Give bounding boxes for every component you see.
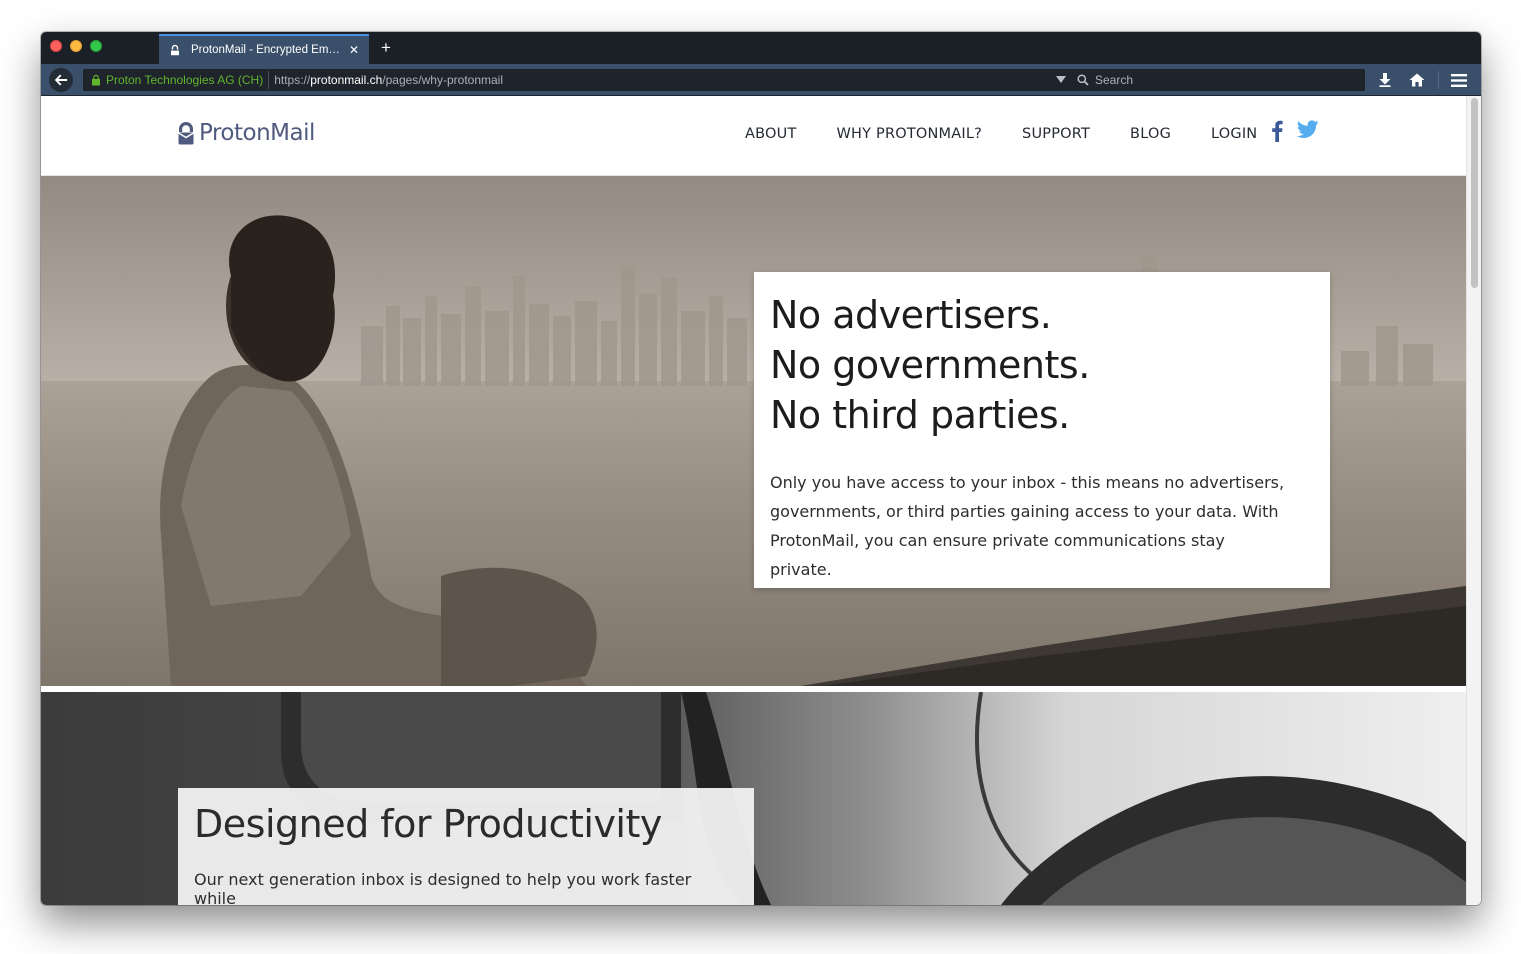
zoom-window-button[interactable]	[90, 40, 102, 52]
logo-text: ProtonMail	[199, 120, 315, 146]
home-button[interactable]	[1407, 70, 1427, 90]
nav-why-protonmail[interactable]: WHY PROTONMAIL?	[837, 126, 983, 142]
hero-line-1: No advertisers.	[770, 293, 1052, 337]
site-identity[interactable]: Proton Technologies AG (CH)	[106, 71, 270, 89]
browser-window: ProtonMail - Encrypted Em… ✕ + Proton Te…	[41, 32, 1481, 905]
hero-section: No advertisers. No governments. No third…	[41, 176, 1466, 686]
home-icon	[1409, 73, 1425, 87]
new-tab-button[interactable]: +	[381, 38, 391, 58]
productivity-card: Designed for Productivity Our next gener…	[178, 788, 754, 905]
nav-login[interactable]: LOGIN	[1211, 126, 1257, 142]
search-icon	[1077, 74, 1089, 86]
tab-title: ProtonMail - Encrypted Em…	[191, 44, 340, 56]
hero-heading: No advertisers. No governments. No third…	[770, 290, 1314, 440]
url-path: /pages/why-protonmail	[382, 73, 504, 87]
hero-line-3: No third parties.	[770, 393, 1070, 437]
site-header: ProtonMail ABOUT WHY PROTONMAIL? SUPPORT…	[41, 96, 1466, 176]
social-links	[1271, 120, 1319, 142]
hamburger-menu-icon	[1451, 73, 1467, 87]
twitter-icon[interactable]	[1297, 120, 1319, 139]
nav-about[interactable]: ABOUT	[745, 126, 797, 142]
protonmail-favicon-icon	[169, 44, 181, 56]
hero-line-2: No governments.	[770, 343, 1090, 387]
tab-close-icon[interactable]: ✕	[349, 43, 359, 57]
browser-tab-active[interactable]: ProtonMail - Encrypted Em… ✕	[159, 34, 369, 64]
close-window-button[interactable]	[50, 40, 62, 52]
facebook-icon[interactable]	[1271, 120, 1283, 142]
page-scrollbar[interactable]	[1466, 96, 1481, 905]
productivity-title: Designed for Productivity	[194, 802, 662, 846]
downloads-button[interactable]	[1375, 70, 1395, 90]
nav-blog[interactable]: BLOG	[1130, 126, 1171, 142]
minimize-window-button[interactable]	[70, 40, 82, 52]
nav-support[interactable]: SUPPORT	[1022, 126, 1090, 142]
scrollbar-thumb[interactable]	[1471, 98, 1478, 288]
hero-card: No advertisers. No governments. No third…	[754, 272, 1330, 588]
protonmail-lock-icon	[178, 122, 194, 145]
productivity-body: Our next generation inbox is designed to…	[194, 870, 692, 905]
protonmail-logo[interactable]: ProtonMail	[177, 120, 315, 146]
navigation-toolbar: Proton Technologies AG (CH) https://prot…	[41, 64, 1481, 96]
productivity-section: Designed for Productivity Our next gener…	[41, 692, 1466, 905]
back-button[interactable]	[49, 68, 73, 92]
url-host: protonmail.ch	[310, 73, 383, 87]
history-dropdown-icon[interactable]	[1056, 76, 1066, 84]
back-arrow-icon	[54, 74, 68, 86]
main-nav: ABOUT WHY PROTONMAIL? SUPPORT BLOG LOGIN	[745, 126, 1297, 142]
search-placeholder: Search	[1095, 73, 1134, 87]
page-content: ProtonMail ABOUT WHY PROTONMAIL? SUPPORT…	[41, 96, 1466, 905]
hero-body: Only you have access to your inbox - thi…	[770, 473, 1285, 579]
tab-strip: ProtonMail - Encrypted Em… ✕ +	[41, 32, 1481, 64]
toolbar-separator	[1438, 71, 1439, 89]
url-prefix: https://	[274, 73, 311, 87]
search-bar[interactable]: Search	[1071, 69, 1365, 91]
secure-lock-icon[interactable]	[91, 74, 101, 86]
download-arrow-icon	[1379, 73, 1391, 87]
menu-button[interactable]	[1449, 70, 1469, 90]
address-bar[interactable]: Proton Technologies AG (CH) https://prot…	[83, 69, 1093, 91]
url-text[interactable]: https://protonmail.ch/pages/why-protonma…	[269, 73, 503, 87]
